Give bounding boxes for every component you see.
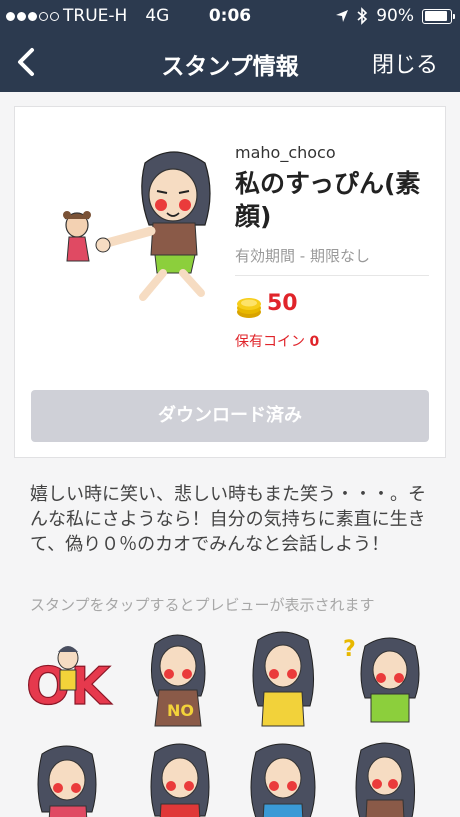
price: 50 [267,291,298,316]
bluetooth-icon [357,7,368,25]
sticker-preview[interactable]: OK [20,626,125,731]
sticker-title: 私のすっぴん(素顔) [235,169,421,231]
divider [235,275,429,276]
sticker-info-card: maho_choco 私のすっぴん(素顔) 有効期間 - 期限なし 50 保有コ… [14,106,446,458]
sticker-preview[interactable] [335,738,440,817]
location-arrow-icon [336,10,349,22]
close-button[interactable]: 閉じる [372,47,438,79]
download-button[interactable]: ダウンロード済み [31,390,429,442]
owned-coins-count: 0 [309,334,320,350]
battery-percent: 90% [376,6,414,26]
coin-icon [237,298,261,318]
sticker-preview[interactable] [230,626,335,731]
sticker-preview[interactable]: NO [125,626,230,731]
status-bar: TRUE-H 4G 0:06 90% [0,0,460,32]
sticker-author[interactable]: maho_choco [235,143,336,162]
sticker-description: 嬉しい時に笑い、悲しい時もまた笑う・・・。そんな私にさようなら！自分の気持ちに素… [30,484,426,555]
sticker-preview[interactable] [230,738,335,817]
owned-coins-label: 保有コイン [235,334,305,350]
sticker-preview[interactable] [125,738,230,817]
main-sticker-image[interactable] [45,133,225,303]
validity-period: 有効期間 - 期限なし [235,247,370,265]
nav-bar: スタンプ情報 閉じる [0,32,460,92]
sticker-no-text: NO [167,701,194,720]
owned-coins: 保有コイン 0 [235,331,319,351]
battery-icon [422,8,455,24]
sticker-preview[interactable] [20,738,125,817]
preview-hint: スタンプをタップするとプレビューが表示されます [30,596,375,614]
sticker-preview[interactable]: ? [335,626,440,731]
sticker-question-text: ? [343,637,356,662]
